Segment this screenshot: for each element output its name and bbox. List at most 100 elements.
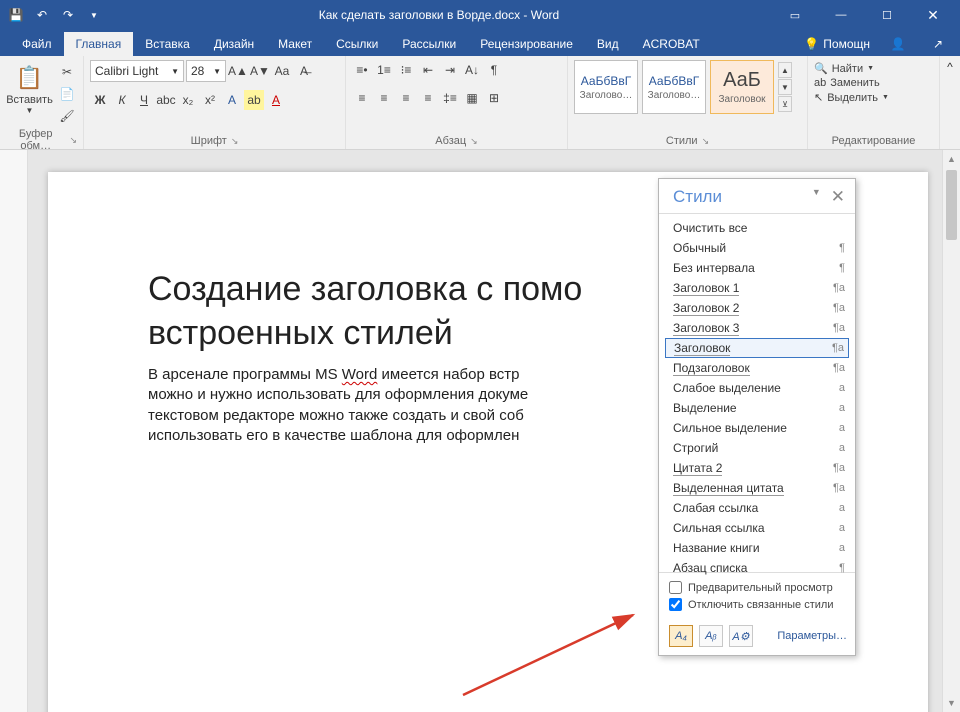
show-marks-icon[interactable]: ¶	[484, 60, 504, 80]
style-item[interactable]: Цитата 2¶a	[659, 458, 855, 478]
styles-row-down-icon[interactable]: ▼	[778, 79, 792, 95]
style-item[interactable]: Заголовок 1¶a	[659, 278, 855, 298]
style-item[interactable]: Слабая ссылкаa	[659, 498, 855, 518]
qat-customize-icon[interactable]: ▼	[82, 3, 106, 27]
tab-review[interactable]: Рецензирование	[468, 32, 585, 56]
disable-linked-checkbox[interactable]: Отключить связанные стили	[669, 596, 845, 613]
maximize-icon[interactable]: ☐	[864, 0, 910, 30]
undo-icon[interactable]: ↶	[30, 3, 54, 27]
clipboard-launcher-icon[interactable]: ↘	[69, 135, 77, 146]
italic-button[interactable]: К	[112, 90, 132, 110]
paste-button[interactable]: 📋 Вставить ▼	[6, 60, 53, 117]
superscript-button[interactable]: x²	[200, 90, 220, 110]
preview-checkbox[interactable]: Предварительный просмотр	[669, 579, 845, 596]
tab-acrobat[interactable]: ACROBAT	[631, 32, 712, 56]
style-heading1[interactable]: АаБбВвГЗаголово…	[574, 60, 638, 114]
borders-icon[interactable]: ⊞	[484, 88, 504, 108]
style-item[interactable]: Сильное выделениеa	[659, 418, 855, 438]
align-center-icon[interactable]: ≡	[374, 88, 394, 108]
change-case-icon[interactable]: Aa	[272, 61, 292, 81]
style-item[interactable]: Заголовок 3¶a	[659, 318, 855, 338]
redo-icon[interactable]: ↷	[56, 3, 80, 27]
styles-options-link[interactable]: Параметры…	[777, 630, 847, 642]
clear-format-icon[interactable]: A̶	[294, 61, 314, 81]
tab-insert[interactable]: Вставка	[133, 32, 202, 56]
style-item[interactable]: Подзаголовок¶a	[659, 358, 855, 378]
document-area[interactable]: Создание заголовка с помо встроенных сти…	[28, 150, 960, 712]
font-launcher-icon[interactable]: ↘	[231, 136, 239, 147]
scroll-down-icon[interactable]: ▼	[943, 694, 960, 712]
indent-inc-icon[interactable]: ⇥	[440, 60, 460, 80]
grow-font-icon[interactable]: A▲	[228, 61, 248, 81]
bullets-icon[interactable]: ≡•	[352, 60, 372, 80]
minimize-icon[interactable]: —	[818, 0, 864, 30]
subscript-button[interactable]: x₂	[178, 90, 198, 110]
style-item[interactable]: Без интервала¶	[659, 258, 855, 278]
underline-button[interactable]: Ч	[134, 90, 154, 110]
tab-references[interactable]: Ссылки	[324, 32, 390, 56]
new-style-button[interactable]: A₄	[669, 625, 693, 647]
share-icon[interactable]: ↗	[926, 32, 950, 56]
styles-row-up-icon[interactable]: ▲	[778, 62, 792, 78]
find-button[interactable]: 🔍Найти▼	[814, 62, 889, 75]
highlight-icon[interactable]: ab	[244, 90, 264, 110]
ribbon-display-icon[interactable]: ▭	[772, 0, 818, 30]
numbering-icon[interactable]: 1≡	[374, 60, 394, 80]
style-item[interactable]: Заголовок¶a	[665, 338, 849, 358]
strike-button[interactable]: abc	[156, 90, 176, 110]
text-effects-icon[interactable]: A	[222, 90, 242, 110]
style-heading2[interactable]: АаБбВвГЗаголово…	[642, 60, 706, 114]
close-icon[interactable]: ✕	[910, 0, 956, 30]
select-button[interactable]: ↖Выделить▼	[814, 91, 889, 104]
style-inspector-button[interactable]: Aᵦ	[699, 625, 723, 647]
bold-button[interactable]: Ж	[90, 90, 110, 110]
align-right-icon[interactable]: ≡	[396, 88, 416, 108]
scroll-thumb[interactable]	[946, 170, 957, 240]
line-spacing-icon[interactable]: ‡≡	[440, 88, 460, 108]
font-name-combo[interactable]: Calibri Light▼	[90, 60, 184, 82]
replace-button[interactable]: abЗаменить	[814, 77, 889, 89]
style-item[interactable]: Сильная ссылкаa	[659, 518, 855, 538]
style-item[interactable]: Очистить все	[659, 218, 855, 238]
style-item[interactable]: Заголовок 2¶a	[659, 298, 855, 318]
styles-list[interactable]: Очистить всеОбычный¶Без интервала¶Заголо…	[659, 213, 855, 573]
format-painter-icon[interactable]: 🖌	[57, 106, 77, 126]
copy-icon[interactable]: 📄	[57, 84, 77, 104]
font-color-icon[interactable]: A	[266, 90, 286, 110]
pane-menu-icon[interactable]: ▼	[812, 187, 821, 207]
scroll-up-icon[interactable]: ▲	[943, 150, 960, 168]
tab-view[interactable]: Вид	[585, 32, 631, 56]
save-icon[interactable]: 💾	[4, 3, 28, 27]
style-item[interactable]: Выделенная цитата¶a	[659, 478, 855, 498]
cut-icon[interactable]: ✂	[57, 62, 77, 82]
shading-icon[interactable]: ▦	[462, 88, 482, 108]
tell-me[interactable]: 💡Помощн	[804, 37, 870, 51]
multilevel-icon[interactable]: ⁝≡	[396, 60, 416, 80]
account-icon[interactable]: 👤	[886, 32, 910, 56]
style-title[interactable]: АаБЗаголовок	[710, 60, 774, 114]
style-item[interactable]: Выделениеa	[659, 398, 855, 418]
tab-file[interactable]: Файл	[10, 32, 64, 56]
justify-icon[interactable]: ≡	[418, 88, 438, 108]
pane-close-icon[interactable]: ✕	[831, 187, 845, 207]
preview-check-input[interactable]	[669, 581, 682, 594]
paragraph-launcher-icon[interactable]: ↘	[470, 136, 478, 147]
styles-more-icon[interactable]: ⊻	[778, 96, 792, 112]
tab-layout[interactable]: Макет	[266, 32, 324, 56]
tab-design[interactable]: Дизайн	[202, 32, 266, 56]
style-item[interactable]: Обычный¶	[659, 238, 855, 258]
font-size-combo[interactable]: 28▼	[186, 60, 226, 82]
align-left-icon[interactable]: ≡	[352, 88, 372, 108]
vertical-scrollbar[interactable]: ▲ ▼	[942, 150, 960, 712]
style-item[interactable]: Слабое выделениеa	[659, 378, 855, 398]
style-item[interactable]: Строгийa	[659, 438, 855, 458]
collapse-ribbon-icon[interactable]: ^	[940, 56, 960, 149]
shrink-font-icon[interactable]: A▼	[250, 61, 270, 81]
manage-styles-button[interactable]: A⚙	[729, 625, 753, 647]
tab-home[interactable]: Главная	[64, 32, 134, 56]
style-item[interactable]: Название книгиa	[659, 538, 855, 558]
styles-launcher-icon[interactable]: ↘	[702, 136, 710, 147]
indent-dec-icon[interactable]: ⇤	[418, 60, 438, 80]
tab-mailings[interactable]: Рассылки	[390, 32, 468, 56]
sort-icon[interactable]: A↓	[462, 60, 482, 80]
